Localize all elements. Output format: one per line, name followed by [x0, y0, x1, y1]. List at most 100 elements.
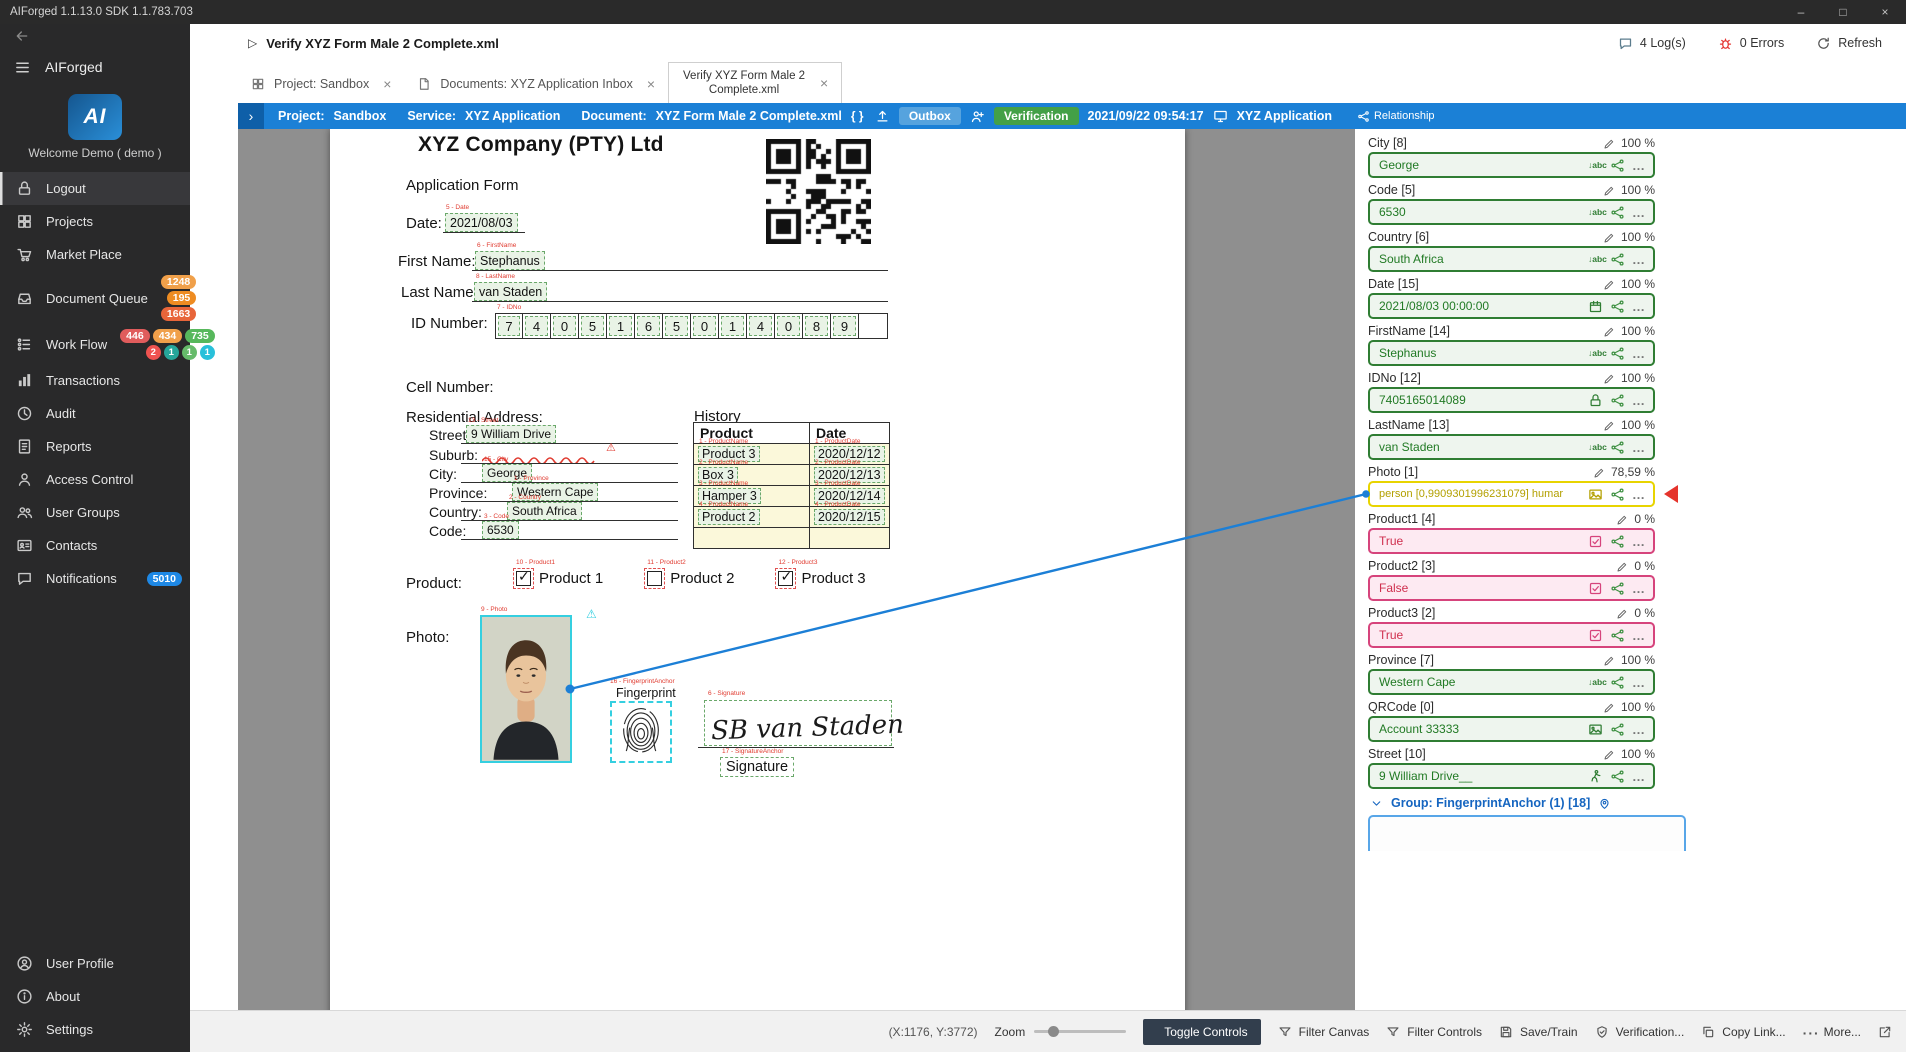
field-value-box[interactable]: South Africa ↓abc … [1368, 246, 1655, 272]
more-options-icon[interactable]: … [1632, 441, 1646, 454]
id-digit-cell[interactable]: 5 [663, 313, 691, 339]
field-value-box[interactable]: 6530 ↓abc … [1368, 199, 1655, 225]
id-digit-cell[interactable]: 0 [691, 313, 719, 339]
sidebar-item-work-flow[interactable]: Work Flow 446 434 735 2 1 1 1 [0, 325, 215, 364]
field-value-box[interactable]: 2021/08/03 00:00:00 … [1368, 293, 1655, 319]
toggle-controls-button[interactable]: Toggle Controls [1143, 1018, 1261, 1052]
image-icon[interactable] [1588, 487, 1603, 502]
id-digit-cell[interactable]: 4 [747, 313, 775, 339]
sidebar-item-reports[interactable]: Reports [0, 430, 190, 463]
field-value-box[interactable]: 7405165014089 … [1368, 387, 1655, 413]
zoom-slider-thumb[interactable] [1048, 1026, 1060, 1037]
more-options-icon[interactable]: … [1632, 676, 1646, 689]
flow-icon[interactable] [1610, 393, 1625, 408]
field-value-box[interactable]: True … [1368, 622, 1655, 648]
last-name-field[interactable]: van Staden [474, 282, 548, 301]
fingerprint-anchor-field[interactable] [610, 701, 672, 763]
flow-icon[interactable] [1610, 487, 1625, 502]
id-digit-cell[interactable]: 8 [803, 313, 831, 339]
tab-2[interactable]: Verify XYZ Form Male 2 Complete.xml × [668, 62, 843, 103]
tab-0[interactable]: Project: Sandbox × [238, 65, 404, 103]
tab-1[interactable]: Documents: XYZ Application Inbox × [404, 65, 668, 103]
hamburger-menu-icon[interactable] [14, 59, 31, 76]
sidebar-item-market-place[interactable]: Market Place [0, 238, 190, 271]
save-train-button[interactable]: Save/Train [1499, 1025, 1578, 1039]
sidebar-item-logout[interactable]: Logout [0, 172, 190, 205]
field-value-box[interactable]: Western Cape ↓abc … [1368, 669, 1655, 695]
more-options-icon[interactable]: … [1632, 723, 1646, 736]
signature-anchor-field[interactable]: Signature [720, 757, 795, 777]
more-options-icon[interactable]: … [1632, 535, 1646, 548]
lock-icon[interactable] [1588, 393, 1603, 408]
more-options-icon[interactable]: … [1632, 582, 1646, 595]
back-button[interactable] [0, 24, 190, 52]
date-field[interactable]: 2021/08/03 [445, 213, 518, 232]
field-value-box[interactable]: George ↓abc … [1368, 152, 1655, 178]
field-value-box[interactable]: van Staden ↓abc … [1368, 434, 1655, 460]
sort-alpha-icon[interactable]: ↓abc [1588, 346, 1607, 361]
sidebar-item-user-groups[interactable]: User Groups [0, 496, 190, 529]
chevron-down-icon[interactable] [1370, 797, 1383, 810]
field-value-box[interactable]: False … [1368, 575, 1655, 601]
flow-icon[interactable] [1610, 346, 1625, 361]
sidebar-item-contacts[interactable]: Contacts [0, 529, 190, 562]
person-add-icon[interactable] [970, 109, 985, 124]
edit-icon[interactable] [1603, 278, 1615, 290]
edit-icon[interactable] [1616, 560, 1628, 572]
sidebar-item-user-profile[interactable]: User Profile [0, 947, 190, 980]
zoom-slider[interactable] [1034, 1026, 1127, 1037]
toolbar-collapse-button[interactable]: › [238, 103, 264, 129]
copy-link-button[interactable]: Copy Link... [1701, 1025, 1786, 1039]
signature-field[interactable]: SB van Staden [704, 700, 904, 746]
run-icon[interactable]: ▷ [248, 36, 257, 50]
more-options-icon[interactable]: … [1632, 488, 1646, 501]
more-options-icon[interactable]: … [1632, 347, 1646, 360]
close-button[interactable]: × [1864, 0, 1906, 24]
refresh-button[interactable]: Refresh [1816, 36, 1882, 51]
edit-icon[interactable] [1603, 372, 1615, 384]
field-value-box[interactable]: True … [1368, 528, 1655, 554]
filter-controls-button[interactable]: Filter Controls [1386, 1025, 1482, 1039]
checkbox-icon[interactable] [1588, 534, 1603, 549]
edit-icon[interactable] [1603, 184, 1615, 196]
field-value-box[interactable]: 9 William Drive__ … [1368, 763, 1655, 789]
edit-icon[interactable] [1603, 137, 1615, 149]
flow-icon[interactable] [1610, 628, 1625, 643]
flow-icon[interactable] [1610, 440, 1625, 455]
flow-icon[interactable] [1610, 581, 1625, 596]
sidebar-item-settings[interactable]: Settings [0, 1013, 190, 1046]
logs-button[interactable]: 4 Log(s) [1618, 36, 1686, 51]
field-value-box[interactable]: Account 33333 … [1368, 716, 1655, 742]
edit-icon[interactable] [1603, 419, 1615, 431]
id-digit-cell[interactable]: 6 [635, 313, 663, 339]
edit-icon[interactable] [1603, 231, 1615, 243]
id-digit-cell[interactable]: 0 [551, 313, 579, 339]
flow-icon[interactable] [1610, 722, 1625, 737]
relationship-button[interactable]: Relationship [1357, 110, 1435, 123]
id-digit-cell[interactable]: 0 [775, 313, 803, 339]
street-field[interactable]: 9 William Drive [466, 425, 557, 443]
open-external-button[interactable] [1878, 1025, 1892, 1039]
edit-icon[interactable] [1603, 748, 1615, 760]
tab-close-icon[interactable]: × [820, 75, 828, 91]
sidebar-item-transactions[interactable]: Transactions [0, 364, 190, 397]
pin-icon[interactable] [1598, 797, 1611, 810]
flow-icon[interactable] [1610, 158, 1625, 173]
document-canvas[interactable]: XYZ Company (PTY) Ltd Application Form D… [238, 129, 1355, 1010]
edit-icon[interactable] [1616, 607, 1628, 619]
sort-alpha-icon[interactable]: ↓abc [1588, 158, 1607, 173]
verification-button[interactable]: Verification... [1595, 1025, 1684, 1039]
more-options-icon[interactable]: … [1632, 394, 1646, 407]
more-options-icon[interactable]: … [1632, 253, 1646, 266]
field-value-box[interactable]: person [0,9909301996231079] humar … [1368, 481, 1655, 507]
partial-field-box[interactable] [1368, 815, 1690, 851]
upload-icon[interactable] [875, 109, 890, 124]
walker-icon[interactable] [1588, 769, 1603, 784]
id-number-field[interactable]: 7405165014089 [495, 313, 888, 339]
id-digit-cell[interactable]: 5 [579, 313, 607, 339]
sort-alpha-icon[interactable]: ↓abc [1588, 205, 1607, 220]
monitor-icon[interactable] [1213, 109, 1228, 124]
first-name-field[interactable]: Stephanus [475, 251, 545, 270]
checkbox-icon[interactable] [1588, 628, 1603, 643]
id-digit-cell[interactable]: 9 [831, 313, 859, 339]
